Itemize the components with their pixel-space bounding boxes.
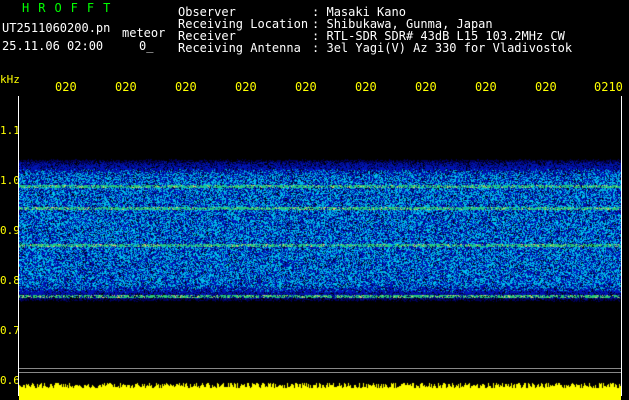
baseline-line <box>19 372 621 373</box>
x-tick-label: 020 <box>295 80 317 94</box>
y-axis-line <box>18 96 19 396</box>
station-info: Observer : Masaki Kano Receiving Locatio… <box>178 6 572 54</box>
y-tick-label: 0.9 <box>0 224 20 237</box>
baseline-line <box>19 368 621 369</box>
x-tick-label: 020 <box>355 80 377 94</box>
file-name: UT2511060200.pn <box>2 21 111 35</box>
info-key: Receiving Antenna <box>178 41 301 55</box>
datetime: 25.11.06 02:00 <box>2 39 104 53</box>
x-tick-label: 020 <box>115 80 137 94</box>
x-tick-label: 020 <box>535 80 557 94</box>
info-row-antenna: Receiving Antenna : 3el Yagi(V) Az 330 f… <box>178 42 572 54</box>
x-tick-label: 020 <box>235 80 257 94</box>
app-title: HROFFT <box>22 1 120 15</box>
x-tick-label: 020 <box>175 80 197 94</box>
x-tick-label: 020 <box>55 80 77 94</box>
signal-level-bar <box>19 378 621 400</box>
y-tick-label: 1.0 <box>0 174 20 187</box>
x-tick-label: 0210 <box>594 80 623 94</box>
x-tick-label: 020 <box>415 80 437 94</box>
spectrogram <box>19 96 621 384</box>
y-tick-label: 0.6 <box>0 374 20 387</box>
x-tick-label: 020 <box>475 80 497 94</box>
y-axis-unit: kHz <box>0 73 20 86</box>
info-sep: : <box>312 41 320 55</box>
right-border-line <box>621 96 622 396</box>
minute-code: 0_ <box>139 39 154 53</box>
y-tick-label: 1.1 <box>0 124 20 137</box>
mode-label: meteor <box>122 26 166 40</box>
y-tick-label: 0.8 <box>0 274 20 287</box>
y-tick-label: 0.7 <box>0 324 20 337</box>
info-value: 3el Yagi(V) Az 330 for Vladivostok <box>326 41 573 55</box>
